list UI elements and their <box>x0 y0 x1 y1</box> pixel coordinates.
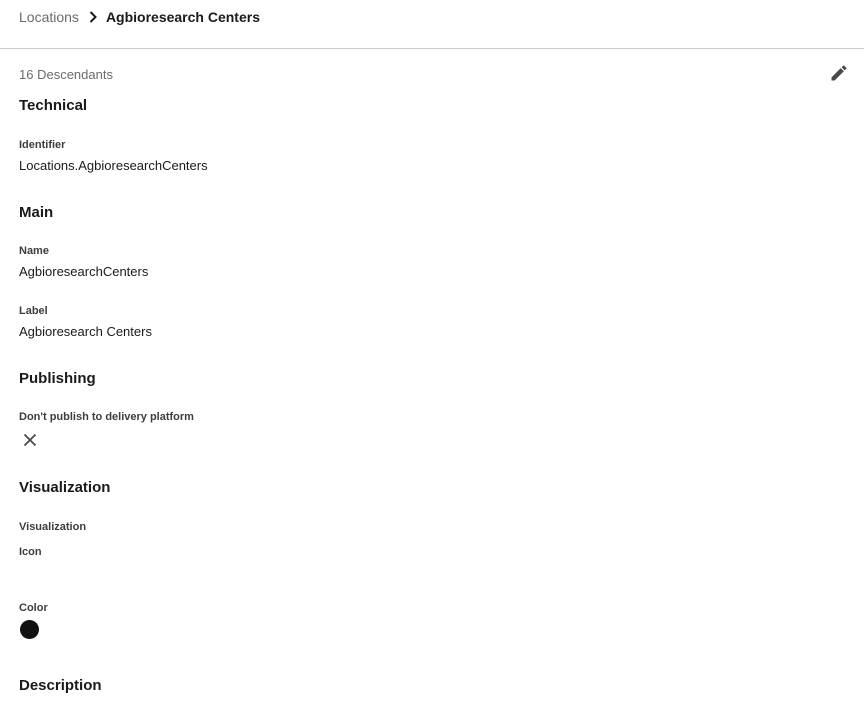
section-title-description: Description <box>19 677 102 694</box>
name-label: Name <box>19 245 49 257</box>
chevron-right-icon <box>86 10 100 24</box>
header-bar: Locations Agbioresearch Centers <box>0 0 864 49</box>
visualization-label: Visualization <box>19 521 87 533</box>
section-title-technical: Technical <box>19 97 88 114</box>
section-title-visualization: Visualization <box>19 479 111 496</box>
close-icon <box>21 431 39 449</box>
dont-publish-label: Don't publish to delivery platform <box>19 411 194 423</box>
breadcrumb-current: Agbioresearch Centers <box>105 9 260 25</box>
identifier-value: Locations.AgbioresearchCenters <box>19 158 208 173</box>
breadcrumb-locations-link[interactable]: Locations <box>19 9 79 25</box>
name-value: AgbioresearchCenters <box>19 264 149 279</box>
color-swatch <box>20 620 39 639</box>
breadcrumb: Locations Agbioresearch Centers <box>19 9 260 25</box>
section-title-publishing: Publishing <box>19 370 96 387</box>
descendants-count[interactable]: 16 Descendants <box>19 67 113 82</box>
label-label: Label <box>19 305 48 317</box>
icon-label: Icon <box>19 546 42 558</box>
section-title-main: Main <box>19 204 54 221</box>
color-label: Color <box>19 602 48 614</box>
identifier-label: Identifier <box>19 139 66 151</box>
edit-pencil-icon[interactable] <box>829 63 849 83</box>
label-value: Agbioresearch Centers <box>19 324 152 339</box>
